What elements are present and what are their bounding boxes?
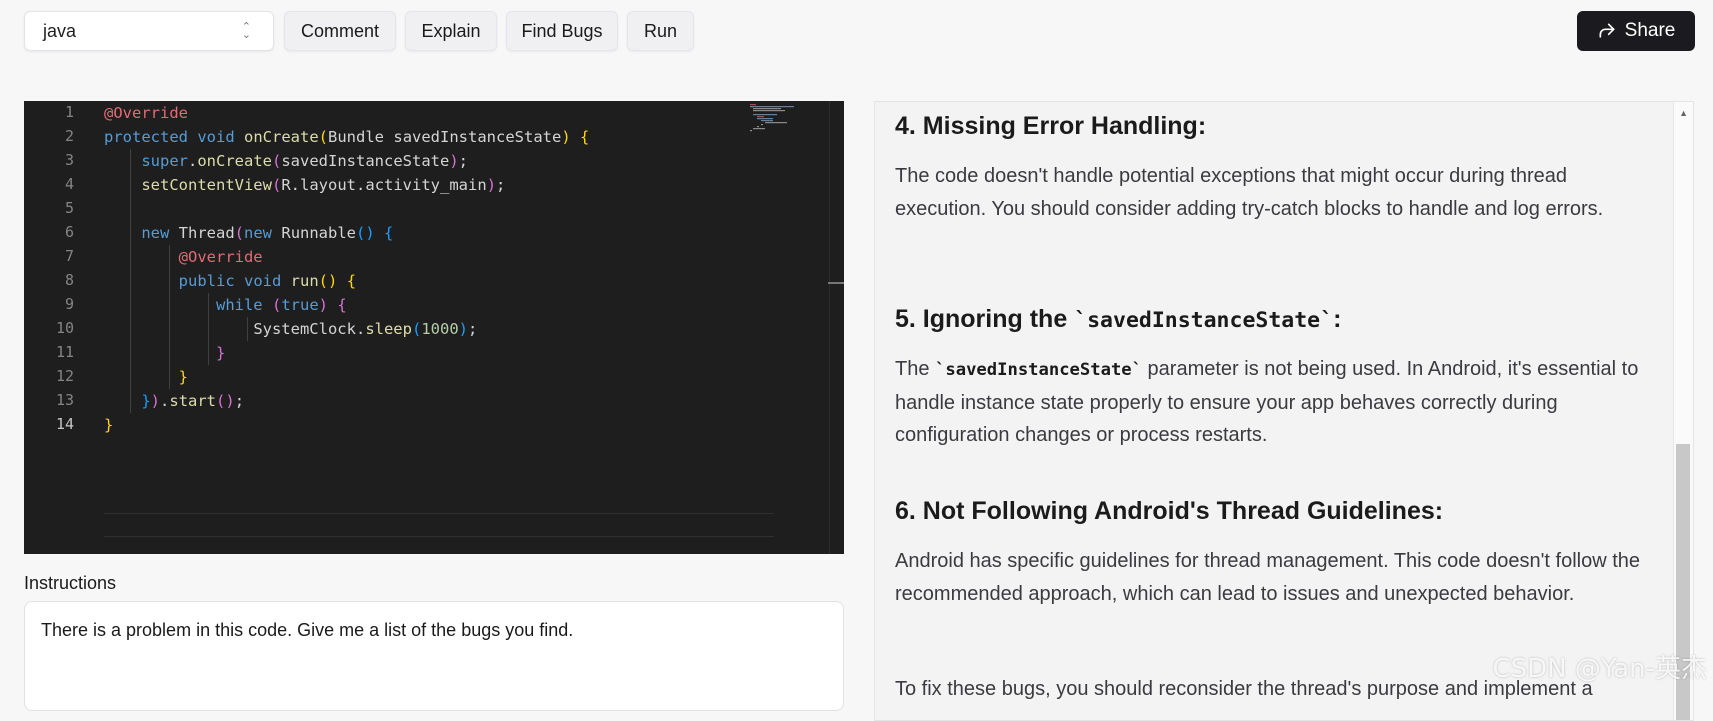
- line-number: 11: [55, 343, 74, 361]
- section-heading: 5. Ignoring the `savedInstanceState`:: [895, 305, 1341, 334]
- section-paragraph: Android has specific guidelines for thre…: [895, 550, 1640, 605]
- language-select-value: java: [43, 20, 77, 41]
- code-line: }: [215, 344, 226, 362]
- inline-code: `savedInstanceState`: [1074, 308, 1334, 333]
- code-line: }: [178, 368, 188, 386]
- line-number: 6: [64, 223, 74, 241]
- comment-button[interactable]: Comment: [284, 11, 396, 51]
- line-number-active: 14: [55, 415, 74, 433]
- line-number: 5: [64, 199, 74, 217]
- paragraph-text: The: [895, 358, 936, 380]
- line-number: 3: [64, 151, 74, 169]
- line-number: 12: [55, 367, 74, 385]
- language-select[interactable]: java ⌃ ⌄: [24, 11, 274, 51]
- code-line: public void run() {: [178, 272, 357, 290]
- line-number: 4: [64, 175, 74, 193]
- section-heading: 4. Missing Error Handling:: [895, 112, 1207, 140]
- scroll-up-icon[interactable]: ▲: [1679, 108, 1688, 118]
- code-line: SystemClock.sleep(1000);: [253, 320, 478, 338]
- explain-button[interactable]: Explain: [405, 11, 497, 51]
- instructions-input[interactable]: There is a problem in this code. Give me…: [24, 601, 844, 711]
- code-line: while (true) {: [215, 296, 347, 314]
- line-number: 7: [64, 247, 74, 265]
- code-line: super.onCreate(savedInstanceState);: [141, 152, 469, 170]
- share-icon: [1599, 23, 1615, 38]
- code-editor[interactable]: 1 2 3 4 5 6 7 8 9 10 11 12 13 14 @Overri…: [24, 101, 844, 554]
- minimap: [750, 104, 794, 132]
- line-number: 8: [64, 271, 74, 289]
- line-number: 9: [64, 295, 74, 313]
- line-number: 10: [55, 319, 74, 337]
- result-panel[interactable]: 4. Missing Error Handling: The code does…: [874, 101, 1694, 721]
- result-scrollbar[interactable]: ▲: [1673, 102, 1693, 720]
- editor-scrollbar-track[interactable]: [829, 101, 830, 554]
- heading-text: 5. Ignoring the: [895, 305, 1075, 333]
- share-button[interactable]: Share: [1577, 11, 1695, 51]
- current-line-highlight: [104, 513, 774, 537]
- instructions-text: There is a problem in this code. Give me…: [41, 620, 574, 640]
- share-label: Share: [1624, 20, 1676, 41]
- code-line: }: [104, 416, 114, 434]
- toolbar: java ⌃ ⌄ Comment Explain Find Bugs Run Sh…: [24, 11, 1695, 51]
- inline-code: `savedInstanceState`: [935, 360, 1142, 380]
- section-heading: 6. Not Following Android's Thread Guidel…: [895, 497, 1444, 525]
- editor-scroll-marker: [828, 282, 844, 284]
- code-line: @Override: [104, 104, 188, 122]
- find-bugs-button[interactable]: Find Bugs: [506, 11, 618, 51]
- section-paragraph: The code doesn't handle potential except…: [895, 165, 1604, 220]
- watermark-text: CSDN @Yan-英杰: [1492, 654, 1708, 684]
- code-line: new Thread(new Runnable() {: [141, 224, 394, 242]
- code-line: @Override: [178, 248, 263, 266]
- chevron-updown-icon: ⌃ ⌄: [241, 21, 251, 41]
- line-number: 2: [64, 127, 74, 145]
- line-number-gutter: 1 2 3 4 5 6 7 8 9 10 11 12 13 14: [24, 101, 84, 554]
- instructions-label: Instructions: [24, 573, 117, 593]
- code-line: protected void onCreate(Bundle savedInst…: [104, 128, 590, 146]
- heading-text: :: [1333, 305, 1342, 333]
- code-line: }).start();: [141, 392, 245, 410]
- line-number: 1: [64, 103, 74, 121]
- code-line: setContentView(R.layout.activity_main);: [141, 176, 506, 194]
- run-button[interactable]: Run: [627, 11, 694, 51]
- section-paragraph: The `savedInstanceState` parameter is no…: [895, 353, 1655, 452]
- line-number: 13: [55, 391, 74, 409]
